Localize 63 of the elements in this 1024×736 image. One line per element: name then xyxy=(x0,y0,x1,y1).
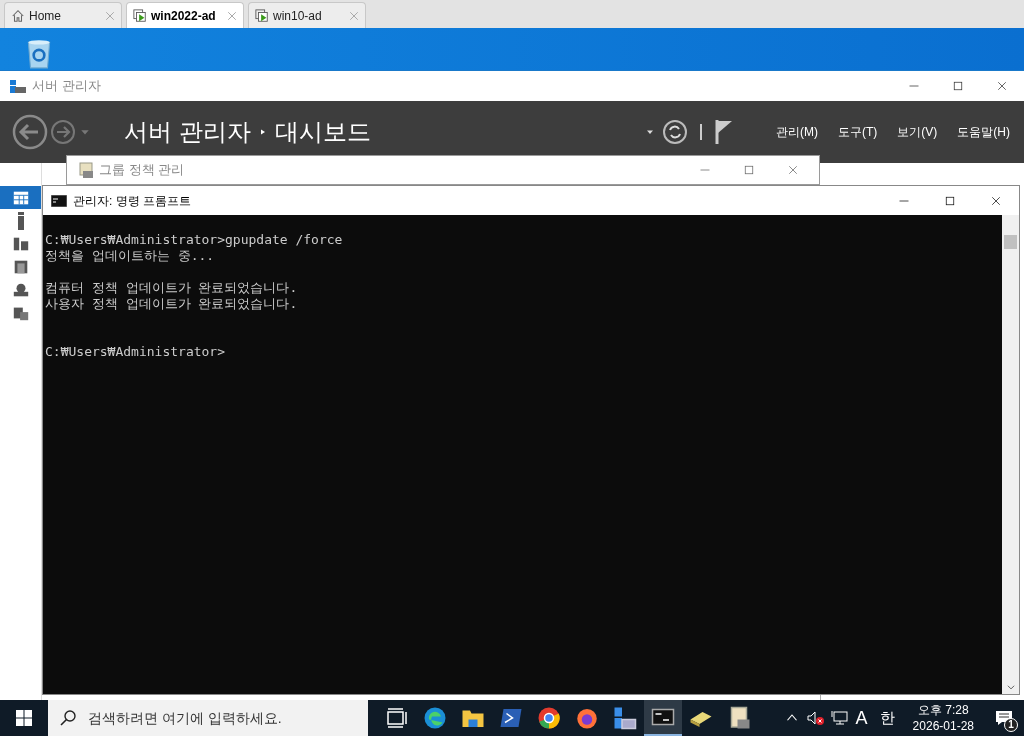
menu-item[interactable]: 관리(M) xyxy=(776,123,818,141)
chat-icon xyxy=(995,710,1013,726)
close-icon xyxy=(996,80,1008,92)
caret-icon xyxy=(646,128,654,136)
breadcrumb-item[interactable]: 서버 관리자 xyxy=(124,114,251,150)
task-view-icon xyxy=(385,706,409,730)
scrollbar[interactable] xyxy=(1002,215,1019,694)
powershell-icon xyxy=(499,706,523,730)
tab-label: win2022-ad xyxy=(151,7,217,25)
window-title: 관리자: 명령 프롬프트 xyxy=(73,192,192,210)
maximize-icon xyxy=(944,194,956,207)
forward-icon[interactable] xyxy=(50,119,76,145)
volume-muted-icon[interactable] xyxy=(806,710,825,726)
firefox-icon xyxy=(575,706,599,730)
nav-item[interactable] xyxy=(0,186,41,209)
console-line: C:₩Users₩Administrator>gpupdate /force xyxy=(45,232,343,248)
menu-item[interactable]: 보기(V) xyxy=(897,123,938,141)
browser-tab[interactable]: win2022-ad xyxy=(126,2,244,28)
window-title: 그룹 정책 관리 xyxy=(99,161,186,180)
clock-time[interactable]: 오후 7:28 xyxy=(917,702,969,718)
menu-item[interactable]: 도움말(H) xyxy=(957,123,1010,141)
console-line: C:₩Users₩Administrator> xyxy=(45,344,225,360)
vm-icon xyxy=(255,8,269,23)
scroll-thumb[interactable] xyxy=(1004,235,1017,249)
edge-icon xyxy=(423,706,447,730)
browser-tab[interactable]: Home xyxy=(4,2,122,28)
ime-mode-indicator[interactable]: A xyxy=(855,704,868,732)
terminal-icon xyxy=(51,194,67,207)
notification-button[interactable]: 1 xyxy=(984,700,1024,736)
search-icon xyxy=(60,710,76,726)
console-line: 정책을 업데이트하는 중... xyxy=(45,248,215,264)
chevron-down-icon xyxy=(1005,682,1016,692)
clock-date[interactable]: 2026-01-28 xyxy=(912,718,974,734)
menu-item[interactable]: 도구(T) xyxy=(838,123,878,141)
console-line: 사용자 정책 업데이트가 완료되었습니다. xyxy=(45,296,298,312)
chevron-icon xyxy=(258,127,267,137)
tab-label: Home xyxy=(29,7,62,25)
maximize-icon xyxy=(952,80,964,92)
server-manager-icon xyxy=(613,706,637,730)
home-icon xyxy=(11,8,25,23)
back-icon[interactable] xyxy=(12,114,48,150)
taskbar-app-button[interactable] xyxy=(644,700,682,736)
close-icon xyxy=(787,164,799,176)
chrome-icon xyxy=(537,706,561,730)
console-line: 컴퓨터 정책 업데이트가 완료되었습니다. xyxy=(45,280,298,296)
close-icon xyxy=(990,194,1002,207)
server-manager-icon xyxy=(10,78,26,94)
search-field[interactable]: 검색하려면 여기에 입력하세요. xyxy=(48,700,368,736)
flag-icon[interactable] xyxy=(714,119,734,145)
network-icon[interactable] xyxy=(830,710,849,726)
server-icon xyxy=(17,211,24,230)
caret-icon xyxy=(80,127,90,137)
tab-label: win10-ad xyxy=(273,7,323,25)
notification-badge: 1 xyxy=(1004,718,1018,732)
ime-language-indicator[interactable]: 한 xyxy=(879,706,895,730)
scroll-icon xyxy=(77,161,95,179)
refresh-icon[interactable] xyxy=(662,119,688,145)
window-title: 서버 관리자 xyxy=(32,77,102,96)
breadcrumb-item: 대시보드 xyxy=(274,117,371,147)
maximize-icon xyxy=(743,164,755,176)
windows-icon xyxy=(16,710,32,726)
vm-icon xyxy=(133,8,147,23)
browser-tab[interactable]: win10-ad xyxy=(248,2,366,28)
